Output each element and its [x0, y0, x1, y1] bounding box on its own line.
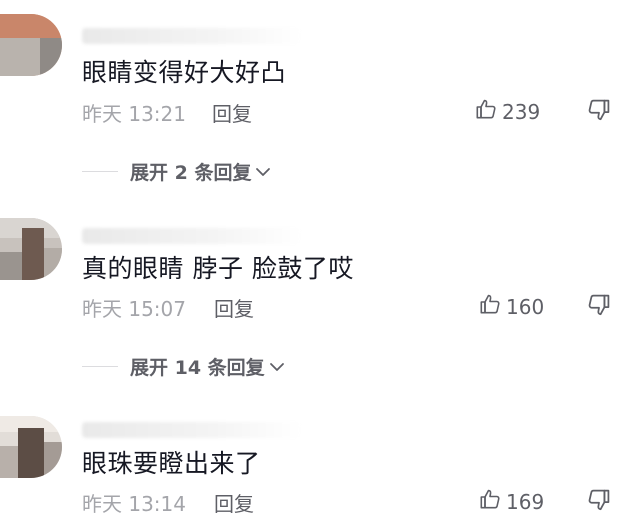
expand-replies-button[interactable]: 展开 14 条回复	[82, 353, 286, 380]
like-count: 169	[506, 489, 545, 514]
chevron-down-icon	[254, 163, 272, 181]
divider-line	[82, 366, 118, 367]
reply-button[interactable]: 回复	[212, 98, 252, 127]
username-blurred[interactable]	[82, 28, 302, 44]
like-count: 160	[506, 294, 545, 319]
avatar[interactable]	[0, 14, 62, 76]
expand-replies-label: 展开 14 条回复	[130, 357, 265, 379]
reply-button[interactable]: 回复	[214, 293, 254, 322]
avatar[interactable]	[0, 218, 62, 280]
thumbs-up-icon	[474, 97, 498, 126]
like-button[interactable]: 169	[478, 487, 544, 516]
comment-text: 眼睛变得好大好凸	[82, 58, 287, 87]
thumbs-up-icon	[478, 292, 502, 321]
expand-replies-button[interactable]: 展开 2 条回复	[82, 158, 272, 185]
comment-text: 真的眼睛 脖子 脸鼓了哎	[82, 254, 354, 283]
username-blurred[interactable]	[82, 228, 302, 244]
divider-line	[82, 171, 118, 172]
comment-time: 昨天 15:07	[82, 297, 186, 321]
thumbs-up-icon	[478, 487, 502, 516]
avatar[interactable]	[0, 416, 62, 478]
like-button[interactable]: 160	[478, 292, 544, 321]
dislike-button[interactable]	[586, 487, 612, 517]
comment-time: 昨天 13:21	[82, 102, 186, 126]
like-button[interactable]: 239	[474, 97, 540, 126]
expand-replies-label: 展开 2 条回复	[130, 162, 252, 184]
comment-text: 眼珠要瞪出来了	[82, 449, 261, 478]
reply-button[interactable]: 回复	[214, 488, 254, 517]
thumbs-down-icon	[586, 489, 612, 517]
like-count: 239	[502, 99, 541, 124]
chevron-down-icon	[268, 358, 286, 376]
dislike-button[interactable]	[586, 97, 612, 127]
thumbs-down-icon	[586, 294, 612, 322]
dislike-button[interactable]	[586, 292, 612, 322]
username-blurred[interactable]	[82, 422, 302, 438]
thumbs-down-icon	[586, 99, 612, 127]
comment-time: 昨天 13:14	[82, 492, 186, 516]
